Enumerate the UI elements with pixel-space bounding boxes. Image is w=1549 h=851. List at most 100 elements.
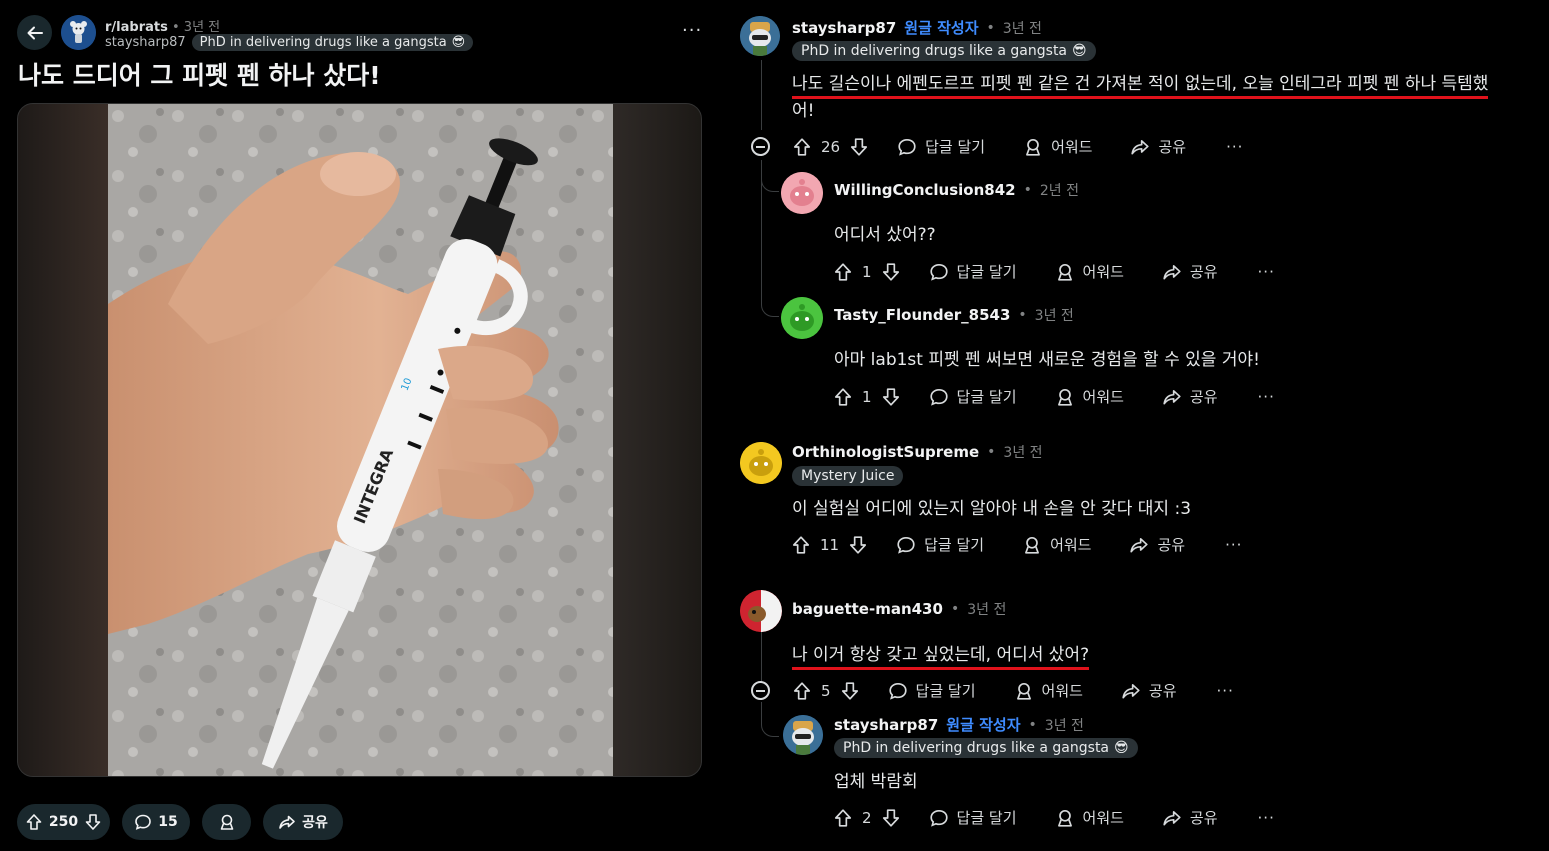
upvote-icon[interactable] <box>833 387 853 407</box>
upvote-icon[interactable] <box>792 137 812 157</box>
downvote-icon[interactable] <box>84 813 102 831</box>
reply-button[interactable]: 답글 달기 <box>896 534 984 555</box>
post-more-button[interactable]: ··· <box>682 20 702 41</box>
upvote-icon[interactable] <box>833 262 853 282</box>
reply-button[interactable]: 답글 달기 <box>929 261 1017 282</box>
reply-button[interactable]: 답글 달기 <box>888 680 976 701</box>
snoo-avatar-icon <box>740 16 780 56</box>
award-button[interactable]: 어워드 <box>1023 136 1092 157</box>
comment-time: 3년 전 <box>1044 717 1084 734</box>
vote-controls: 5 <box>792 681 860 701</box>
comment-author[interactable]: staysharp87 <box>792 19 896 37</box>
comment-bubble-icon <box>929 388 948 406</box>
downvote-icon[interactable] <box>881 387 901 407</box>
post-vote-bar: 250 <box>17 804 110 840</box>
thread-line <box>761 632 762 682</box>
back-button[interactable] <box>17 15 52 50</box>
comment-body: 어디서 샀어?? <box>834 225 936 245</box>
award-button[interactable]: 어워드 <box>1022 534 1091 555</box>
more-options-button[interactable]: ··· <box>1258 388 1275 406</box>
award-button[interactable] <box>202 804 251 840</box>
more-options-button[interactable]: ··· <box>1226 138 1243 156</box>
avatar[interactable] <box>781 172 823 214</box>
share-button[interactable]: 공유 <box>1130 136 1186 157</box>
more-options-button[interactable]: ··· <box>1258 263 1275 281</box>
reply-label: 답글 달기 <box>915 682 976 700</box>
share-label: 공유 <box>1158 138 1187 156</box>
share-label: 공유 <box>1157 536 1186 554</box>
award-label: 어워드 <box>1082 388 1124 406</box>
downvote-icon[interactable] <box>881 262 901 282</box>
reply-button[interactable]: 답글 달기 <box>897 136 985 157</box>
labrats-logo-icon <box>61 15 96 50</box>
comment-author[interactable]: OrthinologistSupreme <box>792 443 979 461</box>
share-button[interactable]: 공유 <box>1162 807 1218 828</box>
share-button[interactable]: 공유 <box>263 804 343 840</box>
comment-header: WillingConclusion842 • 2년 전 <box>834 180 1079 200</box>
more-options-button[interactable]: ··· <box>1225 536 1242 554</box>
post-media[interactable]: 10 INTEGRA <box>17 103 702 777</box>
comment-actions: 11 답글 달기 어워드 공유 ··· <box>791 534 1242 555</box>
award-button[interactable]: 어워드 <box>1014 680 1083 701</box>
avatar[interactable] <box>740 590 782 632</box>
flair-text: PhD in delivering drugs like a gangsta <box>843 740 1110 756</box>
comment-time: 2년 전 <box>1039 183 1079 199</box>
comment-header: staysharp87 원글 작성자 • 3년 전 <box>834 714 1084 735</box>
upvote-icon[interactable] <box>833 808 853 828</box>
share-button[interactable]: 공유 <box>1162 386 1218 407</box>
comment-header: Tasty_Flounder_8543 • 3년 전 <box>834 305 1074 325</box>
separator-dot: • <box>171 20 180 35</box>
avatar[interactable] <box>783 715 823 755</box>
collapse-thread-button[interactable] <box>751 681 770 700</box>
comment-body: 나도 길슨이나 에펜도르프 피펫 펜 같은 건 가져본 적이 없는데, 오늘 인… <box>792 69 1489 99</box>
share-button[interactable]: 공유 <box>1129 534 1185 555</box>
separator-dot: • <box>1023 182 1032 198</box>
comment-author[interactable]: WillingConclusion842 <box>834 181 1016 199</box>
post-author[interactable]: staysharp87 <box>105 35 186 50</box>
award-button[interactable]: 어워드 <box>1055 261 1124 282</box>
collapse-thread-button[interactable] <box>751 137 770 156</box>
downvote-icon[interactable] <box>840 681 860 701</box>
comment-bubble-icon <box>888 682 907 700</box>
avatar[interactable] <box>740 16 780 56</box>
reply-label: 답글 달기 <box>925 138 986 156</box>
comment-author[interactable]: staysharp87 <box>834 716 938 734</box>
upvote-icon[interactable] <box>791 535 811 555</box>
pipette-pen-photo: 10 INTEGRA <box>108 104 613 776</box>
downvote-icon[interactable] <box>849 137 869 157</box>
subreddit-avatar[interactable] <box>61 15 96 50</box>
more-options-button[interactable]: ··· <box>1258 809 1275 827</box>
arrow-left-icon <box>27 26 43 39</box>
award-button[interactable]: 어워드 <box>1055 386 1124 407</box>
comment-time: 3년 전 <box>1003 445 1043 461</box>
reply-label: 답글 달기 <box>956 809 1017 827</box>
thread-branch <box>761 295 779 317</box>
user-flair: Mystery Juice <box>792 466 904 486</box>
comments-button[interactable]: 15 <box>122 804 190 840</box>
share-icon <box>279 815 295 829</box>
op-badge: 원글 작성자 <box>904 19 979 37</box>
comment-author[interactable]: Tasty_Flounder_8543 <box>834 306 1010 324</box>
user-flair: PhD in delivering drugs like a gangsta 😎 <box>191 34 474 51</box>
comment-author[interactable]: baguette-man430 <box>792 600 943 618</box>
downvote-icon[interactable] <box>881 808 901 828</box>
share-button[interactable]: 공유 <box>1121 680 1177 701</box>
comment-body: 이 실험실 어디에 있는지 알아야 내 손을 안 갖다 대지 :3 <box>792 499 1192 519</box>
reply-label: 답글 달기 <box>956 263 1017 281</box>
share-button[interactable]: 공유 <box>1162 261 1218 282</box>
share-icon <box>1163 810 1181 825</box>
reply-button[interactable]: 답글 달기 <box>929 386 1017 407</box>
avatar[interactable] <box>781 297 823 339</box>
comment-bubble-icon <box>897 536 915 554</box>
upvote-icon[interactable] <box>25 813 43 831</box>
award-button[interactable]: 어워드 <box>1055 807 1124 828</box>
avatar[interactable] <box>740 442 782 484</box>
upvote-icon[interactable] <box>792 681 812 701</box>
reply-button[interactable]: 답글 달기 <box>929 807 1017 828</box>
subreddit-name[interactable]: r/labrats <box>105 20 168 35</box>
more-options-button[interactable]: ··· <box>1217 682 1234 700</box>
flair-row: PhD in delivering drugs like a gangsta 😎 <box>834 737 1138 758</box>
comment-header: baguette-man430 • 3년 전 <box>792 599 1006 619</box>
downvote-icon[interactable] <box>848 535 868 555</box>
share-label: 공유 <box>1189 809 1218 827</box>
